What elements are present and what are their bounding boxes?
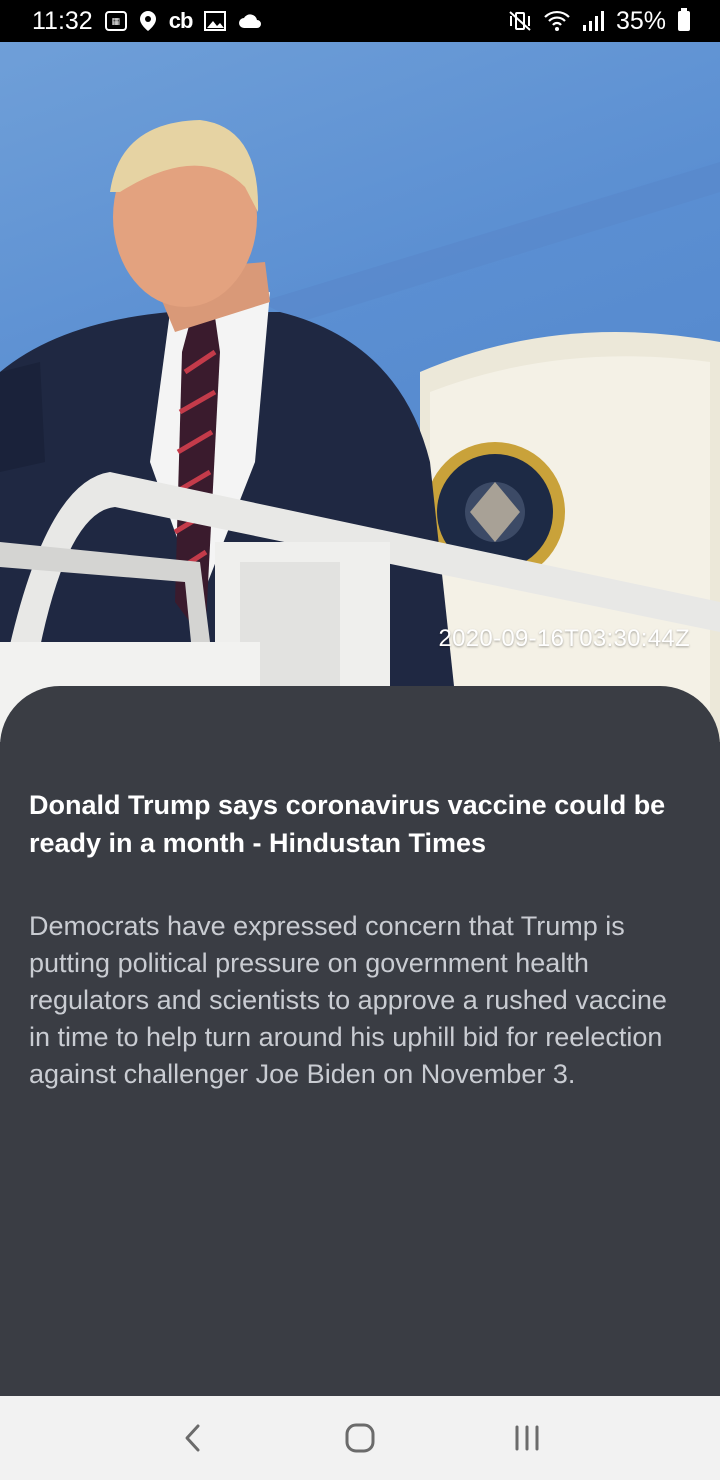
wifi-icon (544, 10, 570, 32)
home-button[interactable] (330, 1408, 390, 1468)
article-card: Donald Trump says coronavirus vaccine co… (0, 686, 720, 1396)
article-headline[interactable]: Donald Trump says coronavirus vaccine co… (29, 786, 693, 862)
back-icon (185, 1424, 200, 1452)
status-bar-right: 35% (508, 7, 690, 36)
location-icon (139, 10, 157, 32)
battery-icon (678, 8, 690, 31)
status-bar-left: 11:32 ▦ cb (32, 7, 262, 36)
recents-button[interactable] (497, 1408, 557, 1468)
navigation-bar (0, 1396, 720, 1480)
cloud-icon (238, 13, 262, 29)
image-icon (204, 11, 227, 31)
cb-app-icon: cb (168, 8, 194, 33)
mute-vibrate-icon (508, 10, 532, 32)
status-bar: 11:32 ▦ cb 35% (0, 0, 720, 42)
battery-percent: 35% (615, 6, 666, 35)
status-time: 11:32 (32, 6, 93, 35)
home-icon (345, 1423, 375, 1453)
article-description: Democrats have expressed concern that Tr… (29, 911, 667, 1089)
article-timestamp: 2020-09-16T03:30:44Z (438, 625, 690, 652)
signal-icon (582, 10, 604, 32)
article-image[interactable]: 2020-09-16T03:30:44Z (0, 42, 720, 742)
news-article-screen: 11:32 ▦ cb 35% 2020-09-16T03:30:44Z Dona… (0, 0, 720, 1480)
calendar-icon: ▦ (104, 11, 127, 31)
back-button[interactable] (163, 1408, 223, 1468)
recents-icon (515, 1425, 539, 1451)
